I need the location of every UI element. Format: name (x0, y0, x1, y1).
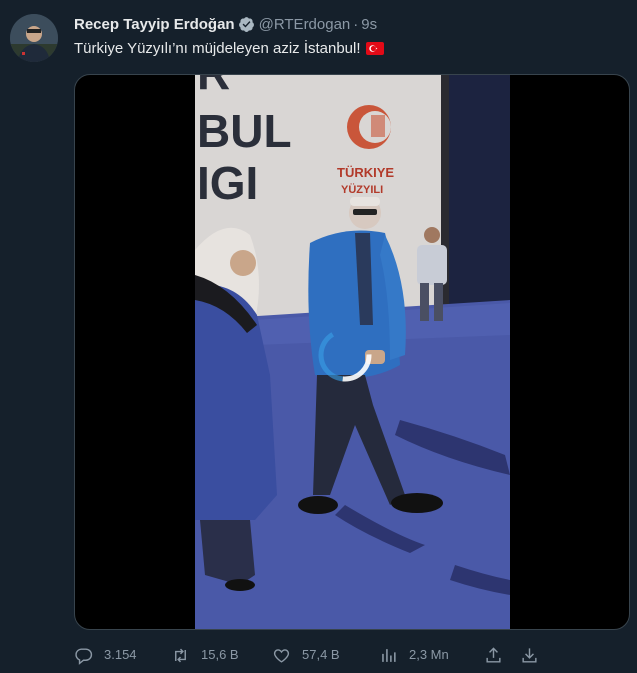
billboard-line-3: IGI (197, 157, 258, 209)
reply-count: 3.154 (104, 647, 137, 662)
share-button[interactable] (484, 644, 514, 666)
like-count: 57,4 B (302, 647, 340, 662)
tweet-text-content: Türkiye Yüzyılı’nı müjdeleyen aziz İstan… (74, 40, 361, 57)
turkey-flag-icon (365, 42, 384, 55)
video-player[interactable]: R BUL IGI TÜRKIYE YÜZYILI (74, 74, 630, 630)
heart-icon (273, 648, 290, 663)
reply-button[interactable]: 3.154 (74, 644, 137, 666)
separator-dot: · (353, 16, 359, 33)
share-icon (486, 646, 501, 663)
reply-icon (75, 647, 93, 665)
tweet-actions: 3.154 15,6 B 57,4 B 2,3 Mn (74, 644, 630, 666)
retweet-icon (175, 648, 186, 662)
billboard-line-2: BUL (197, 105, 292, 157)
tweet-text: Türkiye Yüzyılı’nı müjdeleyen aziz İstan… (74, 40, 384, 57)
like-button[interactable]: 57,4 B (272, 644, 340, 666)
tweet[interactable]: Recep Tayyip Erdoğan @RTErdogan · 9s Tür… (0, 0, 637, 673)
retweet-count: 15,6 B (201, 647, 239, 662)
download-icon (522, 647, 537, 663)
logo-text-1: TÜRKIYE (337, 165, 394, 180)
author-name[interactable]: Recep Tayyip Erdoğan (74, 16, 235, 33)
tweet-time[interactable]: 9s (361, 16, 377, 33)
views-icon (382, 648, 396, 662)
views-count: 2,3 Mn (409, 647, 449, 662)
verified-badge-icon (238, 17, 254, 32)
video-frame[interactable]: R BUL IGI TÜRKIYE YÜZYILI (195, 75, 510, 629)
retweet-button[interactable]: 15,6 B (171, 644, 239, 666)
author-avatar[interactable] (10, 14, 58, 62)
author-handle[interactable]: @RTErdogan (259, 16, 351, 33)
logo-text-2: YÜZYILI (341, 183, 383, 196)
billboard-line-1: R (197, 75, 230, 99)
tweet-header: Recep Tayyip Erdoğan @RTErdogan · 9s (74, 16, 377, 33)
download-button[interactable] (520, 644, 550, 666)
views-button[interactable]: 2,3 Mn (379, 644, 449, 666)
